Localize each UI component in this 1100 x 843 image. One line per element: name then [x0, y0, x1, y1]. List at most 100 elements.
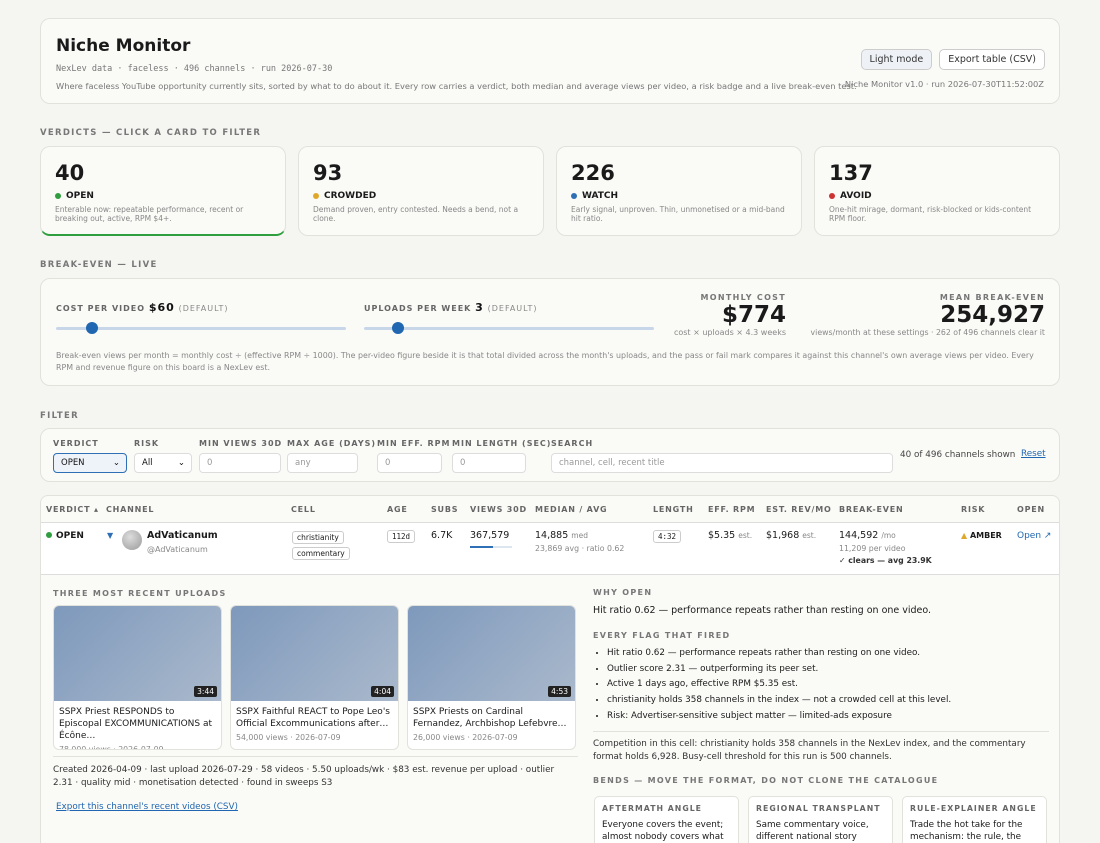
- open-channel-link[interactable]: Open ↗: [1017, 531, 1051, 541]
- verdict-card-open[interactable]: 40 OPEN Enterable now: repeatable perfor…: [40, 146, 286, 236]
- light-mode-button[interactable]: Light mode: [860, 49, 933, 70]
- divider: [53, 756, 578, 757]
- header-revenue[interactable]: EST. REV/MO: [766, 505, 832, 514]
- monthly-cost-note: cost × uploads × 4.3 weeks: [673, 328, 786, 337]
- filter-card: VERDICT OPEN ⌄ RISK All ⌄ MIN VIEWS 30D 0 …: [40, 428, 1060, 482]
- min-views-input[interactable]: 0: [199, 453, 281, 473]
- table-header: VERDICT ▴ CHANNEL CELL AGE SUBS VIEWS 30…: [41, 496, 1059, 523]
- verdict-card-avoid[interactable]: 137 AVOID One-hit mirage, dormant, risk-…: [814, 146, 1060, 236]
- cell-chip: commentary: [292, 547, 350, 560]
- header-subs[interactable]: SUBS: [431, 505, 458, 514]
- header-age[interactable]: AGE: [387, 505, 408, 514]
- cost-slider[interactable]: [56, 322, 346, 334]
- why-text: Hit ratio 0.62 — performance repeats rat…: [593, 605, 932, 616]
- video-title: SSPX Faithful REACT to Pope Leo's Offici…: [236, 707, 390, 729]
- verdict-filter-label: VERDICT: [53, 439, 99, 448]
- max-age-label: MAX AGE (DAYS): [287, 439, 377, 448]
- upload-card[interactable]: 4:53 SSPX Priests on Cardinal Fernandez,…: [407, 605, 576, 750]
- bends-label: BENDS — MOVE THE FORMAT, DO NOT CLONE TH…: [593, 776, 939, 785]
- verdict-card-watch[interactable]: 226 WATCH Early signal, unproven. Thin, …: [556, 146, 802, 236]
- mean-breakeven-label: MEAN BREAK-EVEN: [939, 293, 1045, 302]
- uploads-slider[interactable]: [364, 322, 654, 334]
- min-rpm-input[interactable]: 0: [377, 453, 442, 473]
- divider: [593, 731, 1049, 732]
- why-label: WHY OPEN: [593, 588, 653, 597]
- uploads-default: (DEFAULT): [487, 304, 538, 313]
- monthly-cost-label: MONTHLY COST: [700, 293, 786, 302]
- max-age-input[interactable]: any: [287, 453, 358, 473]
- mean-breakeven-note: views/month at these settings · 262 of 4…: [810, 328, 1045, 337]
- median-suffix: med: [571, 531, 588, 540]
- crowded-dot-icon: [313, 193, 319, 199]
- upload-card[interactable]: 4:04 SSPX Faithful REACT to Pope Leo's O…: [230, 605, 399, 750]
- verdict-count: 40: [55, 161, 85, 185]
- channel-name[interactable]: AdVaticanum: [147, 530, 218, 541]
- bend-title: REGIONAL TRANSPLANT: [756, 804, 881, 813]
- cell-chip: christianity: [292, 531, 344, 544]
- verdict-card-crowded[interactable]: 93 CROWDED Demand proven, entry conteste…: [298, 146, 544, 236]
- reset-link[interactable]: Reset: [1021, 449, 1046, 459]
- verdict-tag: WATCH: [582, 191, 619, 201]
- video-title: SSPX Priests on Cardinal Fernandez, Arch…: [413, 707, 567, 729]
- watch-dot-icon: [571, 193, 577, 199]
- revenue-suffix: est.: [802, 531, 817, 540]
- header-cell[interactable]: CELL: [291, 505, 316, 514]
- min-length-label: MIN LENGTH (SEC): [452, 439, 552, 448]
- min-rpm-label: MIN EFF. RPM: [377, 439, 451, 448]
- bend-title: RULE-EXPLAINER ANGLE: [910, 804, 1037, 813]
- video-meta: 26,000 views · 2026-07-09: [413, 733, 518, 742]
- verdict-desc: Demand proven, entry contested. Needs a …: [313, 205, 519, 223]
- channel-handle: @AdVaticanum: [147, 545, 208, 554]
- verdict-count: 93: [313, 161, 343, 185]
- views-value: 367,579: [470, 530, 510, 541]
- bend-card: REGIONAL TRANSPLANT Same commentary voic…: [748, 796, 893, 843]
- subs-value: 6.7K: [431, 530, 453, 541]
- views-bar: [470, 546, 512, 548]
- table-row[interactable]: OPEN ▼ AdVaticanum @AdVaticanum christia…: [41, 523, 1059, 575]
- verdict-desc: Early signal, unproven. Thin, unmonetise…: [571, 205, 785, 223]
- video-duration: 4:04: [371, 686, 394, 697]
- header-breakeven[interactable]: BREAK-EVEN: [839, 505, 904, 514]
- header-rpm[interactable]: EFF. RPM: [708, 505, 755, 514]
- list-item: christianity holds 358 channels in the i…: [607, 693, 951, 709]
- header-open[interactable]: OPEN: [1017, 505, 1045, 514]
- header-views[interactable]: VIEWS 30D: [470, 505, 527, 514]
- header-median[interactable]: MEDIAN / AVG: [535, 505, 607, 514]
- avoid-dot-icon: [829, 193, 835, 199]
- header-verdict[interactable]: VERDICT ▴: [46, 505, 99, 514]
- views-bar-fill: [470, 546, 494, 548]
- export-videos-link[interactable]: Export this channel's recent videos (CSV…: [56, 802, 238, 812]
- export-table-button[interactable]: Export table (CSV): [939, 49, 1045, 70]
- header-card: Niche Monitor NexLev data · faceless · 4…: [40, 18, 1060, 104]
- bend-body: Trade the hot take for the mechanism: th…: [910, 820, 1023, 842]
- rpm-suffix: est.: [738, 531, 753, 540]
- list-item: Risk: Advertiser-sensitive subject matte…: [607, 709, 951, 725]
- search-label: SEARCH: [551, 439, 594, 448]
- search-input[interactable]: channel, cell, recent title: [551, 453, 893, 473]
- breakeven-per-video: 11,209 per video: [839, 544, 906, 553]
- bend-card: RULE-EXPLAINER ANGLE Trade the hot take …: [902, 796, 1047, 843]
- video-duration: 3:44: [194, 686, 217, 697]
- verdict-desc: Enterable now: repeatable performance, r…: [55, 205, 244, 223]
- risk-select[interactable]: All ⌄: [134, 453, 192, 473]
- uploads-slider-thumb[interactable]: [392, 322, 404, 334]
- video-meta: 54,000 views · 2026-07-09: [236, 733, 341, 742]
- min-length-input[interactable]: 0: [452, 453, 526, 473]
- verdict-desc: One-hit mirage, dormant, risk-blocked or…: [829, 205, 1032, 223]
- avatar: [122, 530, 142, 550]
- flags-list: Hit ratio 0.62 — performance repeats rat…: [594, 646, 951, 725]
- header-channel[interactable]: CHANNEL: [106, 505, 154, 514]
- breakeven-formula: Break-even views per month = monthly cos…: [56, 351, 1034, 372]
- verdict-select-value: OPEN: [61, 458, 85, 468]
- bend-card: AFTERMATH ANGLE Everyone covers the even…: [594, 796, 739, 843]
- expand-triangle-icon[interactable]: ▼: [107, 531, 113, 540]
- bend-body: Same commentary voice, different nationa…: [756, 820, 869, 842]
- verdict-select[interactable]: OPEN ⌄: [53, 453, 127, 473]
- header-length[interactable]: LENGTH: [653, 505, 694, 514]
- chevron-down-icon: ⌄: [177, 458, 185, 468]
- upload-card[interactable]: 3:44 SSPX Priest RESPONDS to Episcopal E…: [53, 605, 222, 750]
- cost-slider-thumb[interactable]: [86, 322, 98, 334]
- header-risk[interactable]: RISK: [961, 505, 985, 514]
- video-meta: 78,000 views · 2026-07-09: [59, 745, 164, 750]
- rpm-value: $5.35: [708, 530, 736, 541]
